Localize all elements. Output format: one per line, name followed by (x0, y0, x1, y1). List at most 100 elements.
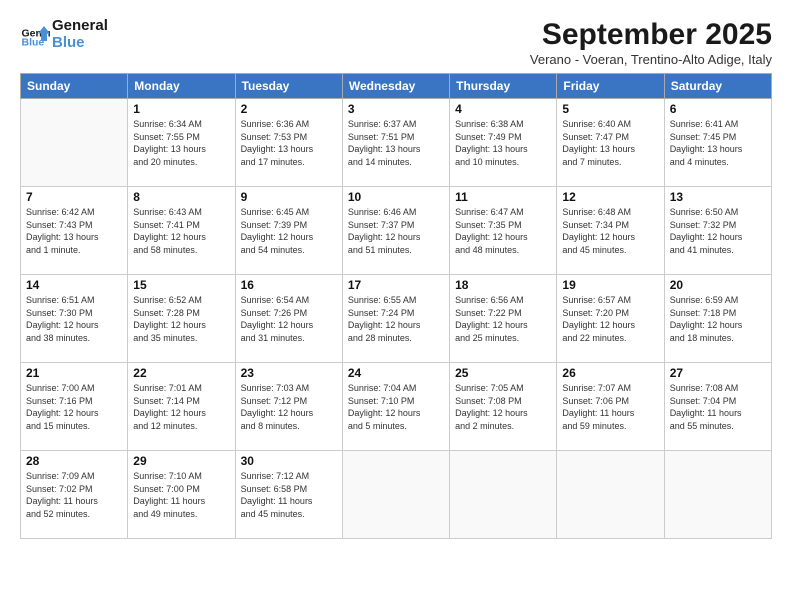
cal-cell: 23 Sunrise: 7:03 AM Sunset: 7:12 PM Dayli… (235, 363, 342, 451)
day-header-saturday: Saturday (664, 74, 771, 99)
cell-day-number: 25 (455, 366, 551, 380)
header: General Blue General Blue September 2025… (20, 18, 772, 67)
cal-cell: 13 Sunrise: 6:50 AM Sunset: 7:32 PM Dayli… (664, 187, 771, 275)
cell-info: Sunrise: 6:57 AM Sunset: 7:20 PM Dayligh… (562, 294, 658, 344)
title-block: September 2025 Verano - Voeran, Trentino… (530, 18, 772, 67)
cal-cell: 17Sunrise: 6:55 AM Sunset: 7:24 PM Dayli… (342, 275, 449, 363)
cell-day-number: 22 (133, 366, 229, 380)
day-header-wednesday: Wednesday (342, 74, 449, 99)
logo-line1: General (52, 18, 108, 35)
week-row-4: 21 Sunrise: 7:00 AM Sunset: 7:16 PM Dayli… (21, 363, 772, 451)
cell-day-number: 17 (348, 278, 444, 292)
cell-info: Sunrise: 6:52 AM Sunset: 7:28 PM Dayligh… (133, 294, 229, 344)
cell-day-number: 15 (133, 278, 229, 292)
cell-day-number: 12 (562, 190, 658, 204)
cell-day-number: 10 (348, 190, 444, 204)
cell-info: Sunrise: 7:04 AM Sunset: 7:10 PM Dayligh… (348, 382, 444, 432)
cell-day-number: 16 (241, 278, 337, 292)
page: General Blue General Blue September 2025… (0, 0, 792, 612)
cell-day-number: 6 (670, 102, 766, 116)
cell-info: Sunrise: 6:59 AM Sunset: 7:18 PM Dayligh… (670, 294, 766, 344)
cal-cell: 20 Sunrise: 6:59 AM Sunset: 7:18 PM Dayli… (664, 275, 771, 363)
cell-day-number: 8 (133, 190, 229, 204)
cell-info: Sunrise: 6:34 AM Sunset: 7:55 PM Dayligh… (133, 118, 229, 168)
cal-cell: 10Sunrise: 6:46 AM Sunset: 7:37 PM Dayli… (342, 187, 449, 275)
cell-day-number: 1 (133, 102, 229, 116)
cal-cell: 27Sunrise: 7:08 AM Sunset: 7:04 PM Dayli… (664, 363, 771, 451)
cell-info: Sunrise: 7:08 AM Sunset: 7:04 PM Dayligh… (670, 382, 766, 432)
cell-info: Sunrise: 6:41 AM Sunset: 7:45 PM Dayligh… (670, 118, 766, 168)
day-header-friday: Friday (557, 74, 664, 99)
cell-info: Sunrise: 6:37 AM Sunset: 7:51 PM Dayligh… (348, 118, 444, 168)
week-row-2: 7Sunrise: 6:42 AM Sunset: 7:43 PM Daylig… (21, 187, 772, 275)
cell-day-number: 23 (241, 366, 337, 380)
cell-info: Sunrise: 7:10 AM Sunset: 7:00 PM Dayligh… (133, 470, 229, 520)
cal-cell: 26 Sunrise: 7:07 AM Sunset: 7:06 PM Dayli… (557, 363, 664, 451)
cal-cell (557, 451, 664, 539)
day-header-thursday: Thursday (450, 74, 557, 99)
cell-info: Sunrise: 7:03 AM Sunset: 7:12 PM Dayligh… (241, 382, 337, 432)
cal-cell: 21 Sunrise: 7:00 AM Sunset: 7:16 PM Dayli… (21, 363, 128, 451)
cal-cell: 24 Sunrise: 7:04 AM Sunset: 7:10 PM Dayli… (342, 363, 449, 451)
cell-info: Sunrise: 6:38 AM Sunset: 7:49 PM Dayligh… (455, 118, 551, 168)
cell-info: Sunrise: 7:05 AM Sunset: 7:08 PM Dayligh… (455, 382, 551, 432)
cal-cell: 3 Sunrise: 6:37 AM Sunset: 7:51 PM Daylig… (342, 99, 449, 187)
cell-day-number: 24 (348, 366, 444, 380)
cell-info: Sunrise: 6:45 AM Sunset: 7:39 PM Dayligh… (241, 206, 337, 256)
cal-cell: 7Sunrise: 6:42 AM Sunset: 7:43 PM Daylig… (21, 187, 128, 275)
cell-info: Sunrise: 6:50 AM Sunset: 7:32 PM Dayligh… (670, 206, 766, 256)
cell-day-number: 11 (455, 190, 551, 204)
cal-cell: 16 Sunrise: 6:54 AM Sunset: 7:26 PM Dayli… (235, 275, 342, 363)
cal-cell: 22 Sunrise: 7:01 AM Sunset: 7:14 PM Dayli… (128, 363, 235, 451)
cell-day-number: 29 (133, 454, 229, 468)
cell-day-number: 20 (670, 278, 766, 292)
cal-cell: 28Sunrise: 7:09 AM Sunset: 7:02 PM Dayli… (21, 451, 128, 539)
cell-day-number: 3 (348, 102, 444, 116)
cal-cell: 18Sunrise: 6:56 AM Sunset: 7:22 PM Dayli… (450, 275, 557, 363)
cell-info: Sunrise: 6:43 AM Sunset: 7:41 PM Dayligh… (133, 206, 229, 256)
cell-day-number: 7 (26, 190, 122, 204)
calendar-table: SundayMondayTuesdayWednesdayThursdayFrid… (20, 73, 772, 539)
cal-cell: 8 Sunrise: 6:43 AM Sunset: 7:41 PM Daylig… (128, 187, 235, 275)
cell-day-number: 19 (562, 278, 658, 292)
cal-cell: 11Sunrise: 6:47 AM Sunset: 7:35 PM Dayli… (450, 187, 557, 275)
day-header-tuesday: Tuesday (235, 74, 342, 99)
day-header-monday: Monday (128, 74, 235, 99)
logo-line2: Blue (52, 35, 108, 52)
svg-text:Blue: Blue (22, 36, 45, 48)
cal-cell: 1 Sunrise: 6:34 AM Sunset: 7:55 PM Daylig… (128, 99, 235, 187)
cell-day-number: 13 (670, 190, 766, 204)
cell-day-number: 5 (562, 102, 658, 116)
cal-cell: 29 Sunrise: 7:10 AM Sunset: 7:00 PM Dayli… (128, 451, 235, 539)
cal-cell (21, 99, 128, 187)
cell-day-number: 4 (455, 102, 551, 116)
cell-day-number: 2 (241, 102, 337, 116)
cell-info: Sunrise: 6:54 AM Sunset: 7:26 PM Dayligh… (241, 294, 337, 344)
cell-info: Sunrise: 7:07 AM Sunset: 7:06 PM Dayligh… (562, 382, 658, 432)
cell-info: Sunrise: 6:48 AM Sunset: 7:34 PM Dayligh… (562, 206, 658, 256)
month-title: September 2025 (530, 18, 772, 52)
logo-icon: General Blue (20, 20, 50, 50)
cal-cell: 19 Sunrise: 6:57 AM Sunset: 7:20 PM Dayli… (557, 275, 664, 363)
logo: General Blue General Blue (20, 18, 108, 51)
cal-cell: 14Sunrise: 6:51 AM Sunset: 7:30 PM Dayli… (21, 275, 128, 363)
cal-cell (450, 451, 557, 539)
cal-cell: 30Sunrise: 7:12 AM Sunset: 6:58 PM Dayli… (235, 451, 342, 539)
cal-cell (664, 451, 771, 539)
cell-info: Sunrise: 6:40 AM Sunset: 7:47 PM Dayligh… (562, 118, 658, 168)
cell-day-number: 26 (562, 366, 658, 380)
cell-info: Sunrise: 7:01 AM Sunset: 7:14 PM Dayligh… (133, 382, 229, 432)
cell-day-number: 21 (26, 366, 122, 380)
calendar-header-row: SundayMondayTuesdayWednesdayThursdayFrid… (21, 74, 772, 99)
week-row-3: 14Sunrise: 6:51 AM Sunset: 7:30 PM Dayli… (21, 275, 772, 363)
cal-cell: 2Sunrise: 6:36 AM Sunset: 7:53 PM Daylig… (235, 99, 342, 187)
cal-cell: 9 Sunrise: 6:45 AM Sunset: 7:39 PM Daylig… (235, 187, 342, 275)
cell-day-number: 9 (241, 190, 337, 204)
day-header-sunday: Sunday (21, 74, 128, 99)
cal-cell (342, 451, 449, 539)
cal-cell: 6 Sunrise: 6:41 AM Sunset: 7:45 PM Daylig… (664, 99, 771, 187)
week-row-1: 1 Sunrise: 6:34 AM Sunset: 7:55 PM Daylig… (21, 99, 772, 187)
cal-cell: 5 Sunrise: 6:40 AM Sunset: 7:47 PM Daylig… (557, 99, 664, 187)
cell-info: Sunrise: 6:56 AM Sunset: 7:22 PM Dayligh… (455, 294, 551, 344)
cell-info: Sunrise: 7:00 AM Sunset: 7:16 PM Dayligh… (26, 382, 122, 432)
